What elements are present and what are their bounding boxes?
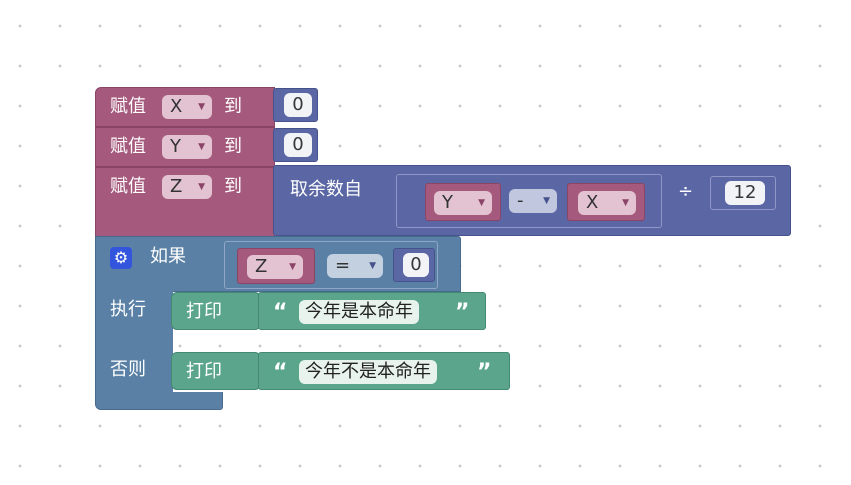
var-dropdown-label: Y: [442, 192, 453, 213]
gear-icon[interactable]: ⚙: [110, 247, 132, 269]
var-dropdown-label: Z: [170, 176, 183, 197]
set-keyword: 赋值: [110, 96, 146, 117]
divide-symbol: ÷: [678, 181, 694, 202]
print-label: 打印: [186, 361, 222, 382]
number-field[interactable]: 0: [403, 253, 429, 277]
print-block-1[interactable]: 打印: [171, 292, 261, 330]
text-block-1[interactable]: “ 今年是本命年 ”: [258, 292, 486, 330]
text-block-2[interactable]: “ 今年不是本命年 ”: [258, 352, 510, 390]
dropdown-caret-icon: ▼: [198, 102, 205, 112]
var-dropdown-x[interactable]: X ▼: [162, 95, 212, 119]
number-field[interactable]: 0: [284, 133, 312, 157]
dropdown-caret-icon: ▼: [289, 262, 296, 272]
to-label: 到: [224, 136, 242, 157]
close-quote-icon: ”: [477, 360, 492, 385]
to-label: 到: [224, 96, 242, 117]
dropdown-caret-icon: ▼: [543, 196, 550, 206]
number-block-x[interactable]: 0: [273, 88, 318, 122]
number-block-cond[interactable]: 0: [393, 248, 435, 282]
to-label: 到: [224, 176, 242, 197]
var-dropdown-x-inner[interactable]: X ▼: [578, 191, 636, 215]
do-label: 执行: [110, 299, 146, 320]
var-dropdown-label: X: [170, 96, 183, 117]
close-quote-icon: ”: [455, 300, 470, 325]
var-dropdown-label: X: [586, 192, 599, 213]
print-block-2[interactable]: 打印: [171, 352, 261, 390]
var-dropdown-y[interactable]: Y ▼: [162, 135, 212, 159]
set-x-block[interactable]: 赋值 X ▼ 到: [95, 87, 275, 127]
var-dropdown-z[interactable]: Z ▼: [162, 175, 212, 199]
dropdown-caret-icon: ▼: [478, 198, 485, 208]
if-else-bottom-bar: [95, 392, 223, 410]
var-dropdown-y-inner[interactable]: Y ▼: [434, 191, 492, 215]
set-y-block[interactable]: 赋值 Y ▼ 到: [95, 127, 275, 167]
compare-block[interactable]: Z ▼ = ▼ 0: [224, 241, 438, 289]
print-label: 打印: [186, 301, 222, 322]
dropdown-caret-icon: ▼: [198, 182, 205, 192]
var-block-x[interactable]: X ▼: [567, 183, 645, 221]
operator-dropdown-equals[interactable]: = ▼: [327, 254, 383, 278]
operator-label: =: [335, 255, 351, 276]
var-dropdown-label: Z: [255, 256, 268, 277]
operator-label: -: [517, 190, 524, 211]
text-field[interactable]: 今年是本命年: [299, 300, 419, 324]
number-field[interactable]: 12: [725, 181, 765, 205]
dropdown-caret-icon: ▼: [622, 198, 629, 208]
else-label: 否则: [110, 359, 146, 380]
open-quote-icon: “: [273, 300, 288, 325]
var-dropdown-z-cond[interactable]: Z ▼: [247, 255, 303, 279]
subtraction-block[interactable]: Y ▼ - ▼ X ▼: [396, 174, 662, 228]
if-label: 如果: [150, 246, 186, 267]
var-dropdown-label: Y: [170, 136, 181, 157]
set-z-block[interactable]: 赋值 Z ▼ 到: [95, 167, 275, 238]
set-keyword: 赋值: [110, 176, 146, 197]
if-else-block[interactable]: ⚙ 如果 Z ▼ = ▼ 0: [95, 236, 461, 292]
var-block-y[interactable]: Y ▼: [425, 183, 501, 221]
operator-dropdown-minus[interactable]: - ▼: [509, 189, 557, 213]
dropdown-caret-icon: ▼: [369, 261, 376, 271]
number-block-12[interactable]: 12: [710, 176, 776, 210]
remainder-block[interactable]: 取余数自 Y ▼ - ▼ X ▼ ÷ 12: [273, 165, 791, 236]
number-field[interactable]: 0: [284, 93, 312, 117]
var-block-z[interactable]: Z ▼: [237, 248, 315, 284]
number-block-y[interactable]: 0: [273, 128, 318, 162]
remainder-label: 取余数自: [290, 179, 362, 200]
dropdown-caret-icon: ▼: [198, 142, 205, 152]
text-field[interactable]: 今年不是本命年: [299, 360, 437, 384]
set-keyword: 赋值: [110, 136, 146, 157]
open-quote-icon: “: [273, 360, 288, 385]
